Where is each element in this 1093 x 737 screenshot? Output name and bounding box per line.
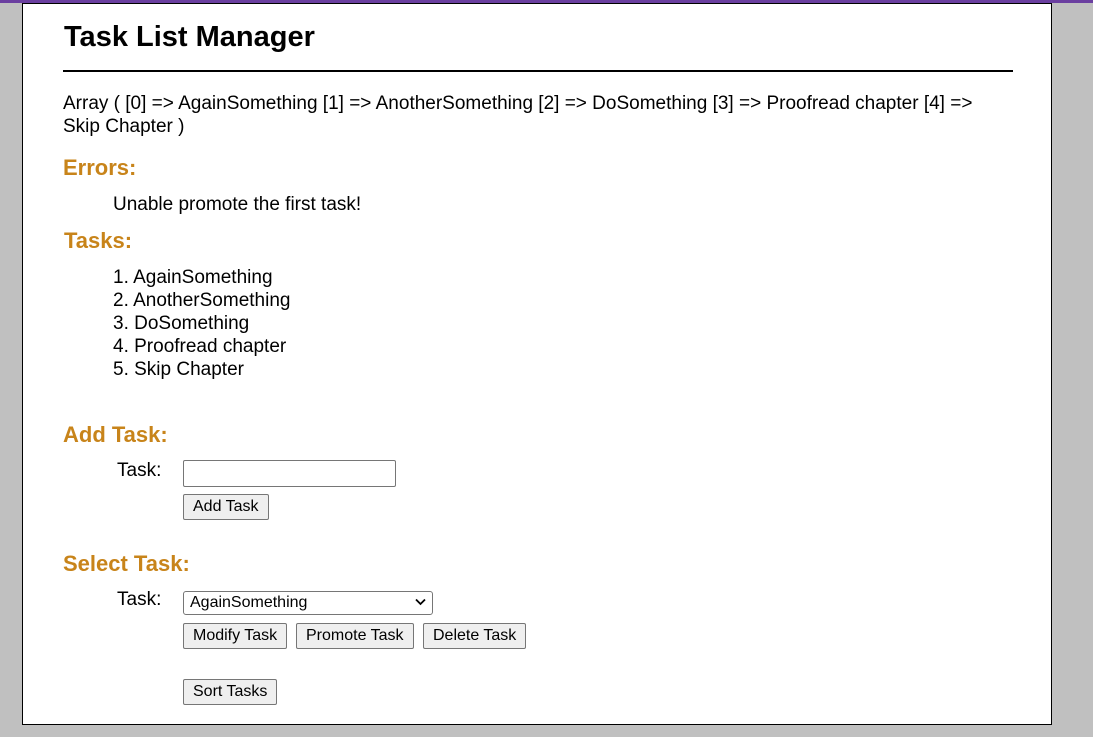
- list-item: 2. AnotherSomething: [113, 290, 291, 311]
- task-input[interactable]: [183, 460, 396, 487]
- errors-heading: Errors:: [63, 155, 137, 180]
- error-message: Unable promote the first task!: [113, 194, 362, 215]
- add-task-heading: Add Task:: [63, 422, 168, 447]
- title-divider: [63, 70, 1013, 72]
- list-item: 3. DoSomething: [113, 313, 250, 334]
- page-container: Task List Manager Array ( [0] => AgainSo…: [22, 3, 1052, 725]
- list-item: 1. AgainSomething: [113, 267, 273, 288]
- sort-tasks-button[interactable]: Sort Tasks: [183, 679, 278, 705]
- task-select[interactable]: AgainSomething: [183, 591, 433, 615]
- delete-task-button[interactable]: Delete Task: [423, 623, 527, 649]
- chevron-down-icon: [415, 598, 426, 606]
- task-list: 1. AgainSomething 2. AnotherSomething 3.…: [113, 266, 290, 381]
- select-task-heading: Select Task:: [63, 551, 190, 576]
- page-title: Task List Manager: [64, 21, 315, 53]
- array-dump-text: Array ( [0] => AgainSomething [1] => Ano…: [63, 93, 973, 137]
- promote-task-button[interactable]: Promote Task: [296, 623, 414, 649]
- add-task-button[interactable]: Add Task: [183, 494, 269, 520]
- modify-task-button[interactable]: Modify Task: [183, 623, 288, 649]
- tasks-heading: Tasks:: [64, 228, 133, 253]
- select-task-label: Task:: [117, 589, 162, 610]
- add-task-label: Task:: [117, 460, 162, 481]
- list-item: 4. Proofread chapter: [113, 336, 287, 357]
- list-item: 5. Skip Chapter: [113, 359, 244, 380]
- task-select-value: AgainSomething: [190, 594, 308, 611]
